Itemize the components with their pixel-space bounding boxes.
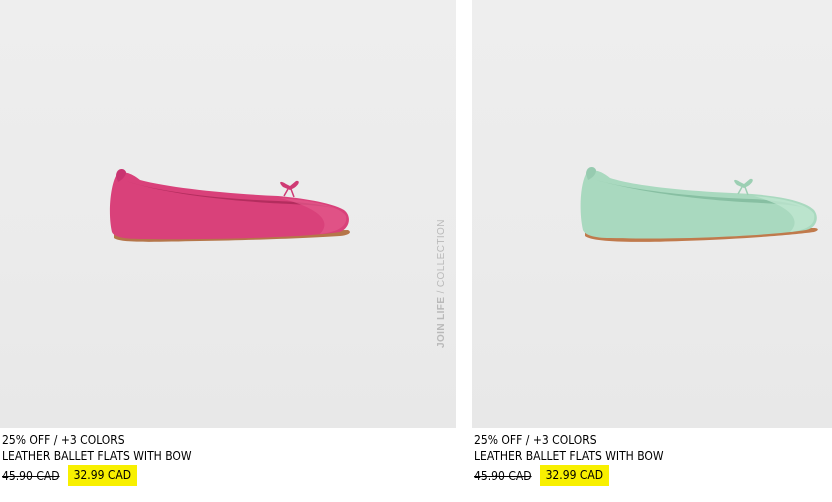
price-row: 45.90 CAD 32.99 CAD [474,465,832,486]
sale-price: 32.99 CAD [67,465,138,486]
product-name[interactable]: LEATHER BALLET FLATS WITH BOW [2,448,456,464]
product-info: 25% OFF / +3 COLORS LEATHER BALLET FLATS… [472,428,832,486]
join-life-tag: JOIN LIFE / COLLECTION [436,219,447,348]
original-price: 45.90 CAD [474,468,532,483]
promo-label: 25% OFF / +3 COLORS [2,433,125,447]
sale-price: 32.99 CAD [539,465,610,486]
product-info: 25% OFF / +3 COLORS LEATHER BALLET FLATS… [0,428,456,486]
product-card[interactable]: 25% OFF / +3 COLORS LEATHER BALLET FLATS… [472,0,832,486]
product-card[interactable]: JOIN LIFE / COLLECTION 25% OFF / +3 COLO… [0,0,456,486]
ballet-flat-pink-image [109,168,350,242]
promo-label: 25% OFF / +3 COLORS [474,433,597,447]
product-name[interactable]: LEATHER BALLET FLATS WITH BOW [474,448,832,464]
original-price: 45.90 CAD [2,468,60,483]
price-row: 45.90 CAD 32.99 CAD [2,465,456,486]
product-image[interactable]: JOIN LIFE / COLLECTION [0,0,456,428]
ballet-flat-mint-image [580,166,818,242]
product-image[interactable] [472,0,832,428]
product-grid: JOIN LIFE / COLLECTION 25% OFF / +3 COLO… [0,0,832,502]
